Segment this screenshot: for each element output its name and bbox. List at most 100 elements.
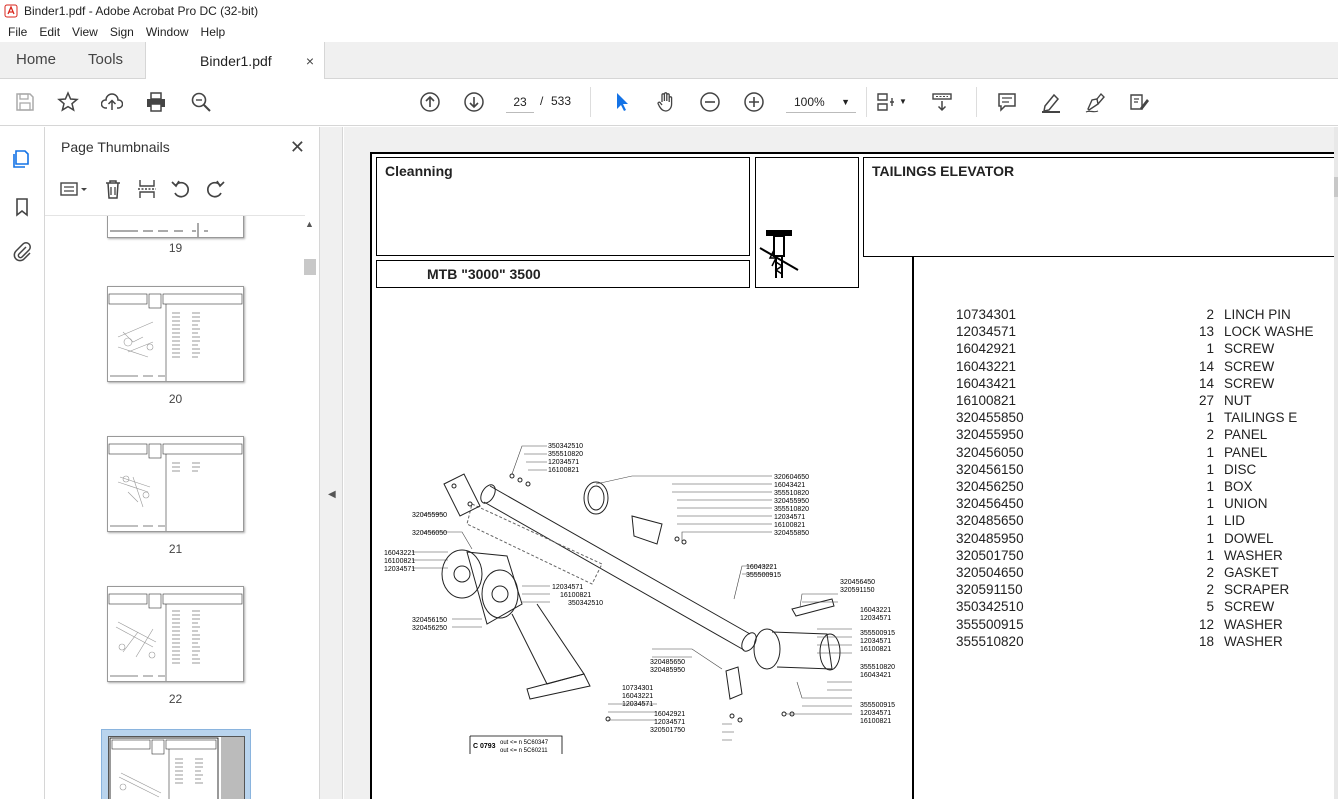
thumbnail-page[interactable] <box>107 216 244 238</box>
page-thumbnails-icon[interactable] <box>10 147 34 171</box>
thumbnail-label: 21 <box>168 542 183 556</box>
parts-row: 10734301 2 LINCH PIN <box>956 307 1291 322</box>
bookmarks-icon[interactable] <box>10 195 34 219</box>
thumbnails-panel: Page Thumbnails ✕ 19 20 21 22 ▲ <box>45 127 320 799</box>
diagram-label: 16100821 <box>548 467 579 474</box>
draw-pen-icon[interactable] <box>1083 90 1107 114</box>
diagram-label: 320591150 <box>840 587 875 594</box>
thumbnail-list: 19 20 21 22 <box>45 215 305 799</box>
upload-cloud-icon[interactable] <box>100 90 124 114</box>
hand-tool-icon[interactable] <box>654 90 678 114</box>
scroll-thumb[interactable] <box>1334 177 1338 197</box>
parts-row: 320456150 1 DISC <box>956 461 1257 477</box>
parts-row: 320591150 2 SCRAPER <box>956 582 1290 598</box>
diagram-label: 350342510 <box>548 443 583 450</box>
parts-row: 16043421 14 SCREW <box>956 375 1275 391</box>
scroll-up-arrow-icon[interactable]: ▲ <box>305 219 314 229</box>
diagram-label: 16043421 <box>860 672 891 679</box>
toolbar-divider <box>866 87 867 117</box>
parts-list: 10734301 2 LINCH PIN 12034571 13 LOCK WASHE … <box>956 306 1314 650</box>
extract-pages-icon[interactable] <box>135 177 159 201</box>
page-divider <box>912 257 914 799</box>
page-separator: / <box>540 94 544 108</box>
save-icon[interactable] <box>13 90 37 114</box>
select-cursor-icon[interactable] <box>610 90 634 114</box>
previous-page-icon[interactable] <box>418 90 442 114</box>
delete-page-icon[interactable] <box>101 177 125 201</box>
diagram-label: 16100821 <box>860 718 891 725</box>
menu-sign[interactable]: Sign <box>104 25 140 39</box>
parts-row: 355500915 12 WASHER <box>956 616 1283 632</box>
scroll-mode-icon[interactable] <box>930 90 954 114</box>
diagram-label: 320485650 <box>650 659 685 666</box>
diagram-label: 320501750 <box>650 727 685 734</box>
pdf-page: Cleanning MTB "3000" 3500 TAILINGS ELEVA… <box>370 152 1338 799</box>
document-view[interactable]: Cleanning MTB "3000" 3500 TAILINGS ELEVA… <box>344 127 1338 799</box>
menu-edit[interactable]: Edit <box>33 25 66 39</box>
parts-row: 355510820 18 WASHER <box>956 633 1283 649</box>
parts-row: 320485950 1 DOWEL <box>956 530 1274 546</box>
tab-home[interactable]: Home <box>0 41 72 78</box>
diagram-label: 320485950 <box>650 667 685 674</box>
page-number-field[interactable]: 23 <box>506 91 534 113</box>
menu-view[interactable]: View <box>66 25 104 39</box>
toolbar-divider <box>590 87 591 117</box>
scroll-thumb[interactable] <box>304 259 316 275</box>
diagram-label: 16100821 <box>860 646 891 653</box>
thumbnail-selected-highlight[interactable] <box>101 729 251 799</box>
diagram-label: 355500915 <box>860 630 895 637</box>
menu-help[interactable]: Help <box>195 25 232 39</box>
model-box: MTB "3000" 3500 <box>376 260 750 288</box>
thumbnail-page[interactable] <box>107 286 244 382</box>
diagram-label: 355500915 <box>860 702 895 709</box>
fit-page-icon[interactable] <box>874 90 898 114</box>
diagram-label: 350342510 <box>568 600 603 607</box>
thumbnail-page[interactable] <box>107 586 244 682</box>
thumbnail-options-icon[interactable] <box>57 177 91 201</box>
diagram-label: 320455850 <box>774 530 809 537</box>
diagram-label: 355510820 <box>548 451 583 458</box>
chevron-down-icon[interactable]: ▼ <box>899 97 907 106</box>
parts-row: 320455850 1 TAILINGS E <box>956 410 1298 426</box>
tab-tools[interactable]: Tools <box>72 41 139 78</box>
parts-row: 16042921 1 SCREW <box>956 341 1275 357</box>
zoom-in-icon[interactable] <box>742 90 766 114</box>
thumbnail-page[interactable] <box>107 436 244 532</box>
diagram-label: 12034571 <box>654 719 685 726</box>
diagram-label: 16043221 <box>384 550 415 557</box>
highlight-pen-icon[interactable] <box>1039 90 1063 114</box>
rotate-left-icon[interactable] <box>169 177 193 201</box>
next-page-icon[interactable] <box>462 90 486 114</box>
rotate-right-icon[interactable] <box>203 177 227 201</box>
diagram-label: 16043421 <box>774 482 805 489</box>
panel-toolbar <box>57 175 237 203</box>
tab-document[interactable]: Binder1.pdf × <box>145 42 326 79</box>
collapse-panel-icon[interactable]: ◀ <box>328 489 336 500</box>
panel-title: Page Thumbnails <box>61 139 170 155</box>
diagram-label: 12034571 <box>860 615 891 622</box>
menu-file[interactable]: File <box>2 25 33 39</box>
zoom-select[interactable]: 100% ▼ <box>786 91 856 113</box>
zoom-search-icon[interactable] <box>189 90 213 114</box>
attachments-icon[interactable] <box>10 239 34 263</box>
menu-window[interactable]: Window <box>140 25 195 39</box>
document-scrollbar[interactable] <box>1334 127 1338 799</box>
panel-splitter[interactable]: ◀ <box>320 127 343 799</box>
close-icon[interactable]: ✕ <box>290 137 305 158</box>
print-icon[interactable] <box>144 90 168 114</box>
acrobat-icon <box>4 4 18 18</box>
diagram-label: 320604650 <box>774 474 809 481</box>
diagram-label: 320455950 <box>774 498 809 505</box>
fill-sign-icon[interactable] <box>1127 90 1151 114</box>
comment-icon[interactable] <box>995 90 1019 114</box>
tab-bar: Home Tools Binder1.pdf × <box>0 42 1338 79</box>
main-toolbar: 23 / 533 100% ▼ ▼ <box>0 79 1338 126</box>
zoom-out-icon[interactable] <box>698 90 722 114</box>
parts-row: 320456050 1 PANEL <box>956 444 1268 460</box>
tab-close-icon[interactable]: × <box>306 53 314 69</box>
bookmark-star-icon[interactable] <box>56 90 80 114</box>
parts-row: 12034571 13 LOCK WASHE <box>956 324 1314 340</box>
thumbnail-scrollbar[interactable]: ▲ <box>303 219 317 799</box>
diagram-label: 12034571 <box>860 638 891 645</box>
diagram-label: 355500915 <box>746 572 781 579</box>
